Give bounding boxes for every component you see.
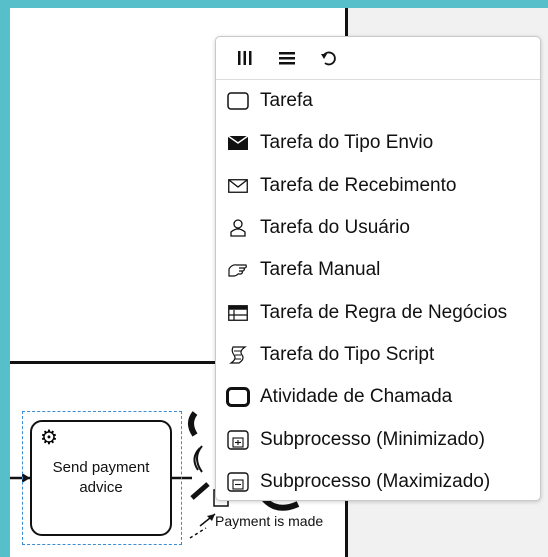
menu-item-label: Tarefa do Tipo Envio <box>260 132 434 154</box>
user-icon <box>226 217 250 239</box>
menu-item-label: Tarefa do Usuário <box>260 217 410 239</box>
hand-icon <box>226 259 250 281</box>
menu-item-label: Subprocesso (Maximizado) <box>260 470 491 492</box>
task-label-line1: Send payment <box>52 459 150 476</box>
menu-item-receive-task[interactable]: Tarefa de Recebimento <box>216 165 540 207</box>
menu-item-label: Tarefa Manual <box>260 259 381 281</box>
menu-item-label: Tarefa <box>260 90 313 112</box>
call-activity-icon <box>226 386 250 408</box>
menu-item-label: Subprocesso (Minimizado) <box>260 428 485 450</box>
task-icon <box>226 90 250 112</box>
menu-item-script-task[interactable]: Tarefa do Tipo Script <box>216 334 540 376</box>
bpmn-canvas[interactable]: ⚙ Send payment advice Payment is made Ta… <box>10 8 548 557</box>
menu-item-manual-task[interactable]: Tarefa Manual <box>216 249 540 291</box>
menu-toolbar <box>216 37 540 80</box>
menu-item-call-activity[interactable]: Atividade de Chamada <box>216 376 540 418</box>
task-label: Send payment advice <box>32 458 170 498</box>
menu-item-business-rule-task[interactable]: Tarefa de Regra de Negócios <box>216 291 540 333</box>
column-view-icon[interactable] <box>230 45 260 71</box>
send-envelope-icon <box>226 132 250 154</box>
list-view-icon[interactable] <box>272 45 302 71</box>
event-label: Payment is made <box>215 513 324 529</box>
replace-menu: Tarefa Tarefa do Tipo Envio Tarefa de Re… <box>215 36 541 501</box>
menu-item-user-task[interactable]: Tarefa do Usuário <box>216 207 540 249</box>
task-send-payment-advice[interactable]: ⚙ Send payment advice <box>30 420 172 536</box>
subprocess-expanded-icon <box>226 471 250 493</box>
undo-icon[interactable] <box>314 45 344 71</box>
task-label-line2: advice <box>79 479 123 496</box>
menu-item-label: Tarefa do Tipo Script <box>260 343 435 365</box>
service-task-gear-icon: ⚙ <box>40 427 58 449</box>
menu-item-subprocess-expanded[interactable]: Subprocesso (Maximizado) <box>216 461 540 503</box>
menu-item-label: Tarefa de Regra de Negócios <box>260 301 508 323</box>
subprocess-collapsed-icon <box>226 429 250 451</box>
script-icon <box>226 344 250 366</box>
business-rule-icon <box>226 302 250 324</box>
menu-item-tarefa[interactable]: Tarefa <box>216 80 540 122</box>
menu-item-send-task[interactable]: Tarefa do Tipo Envio <box>216 122 540 164</box>
menu-item-subprocess-collapsed[interactable]: Subprocesso (Minimizado) <box>216 418 540 460</box>
menu-item-label: Atividade de Chamada <box>260 386 453 408</box>
menu-item-label: Tarefa de Recebimento <box>260 174 457 196</box>
receive-envelope-icon <box>226 175 250 197</box>
